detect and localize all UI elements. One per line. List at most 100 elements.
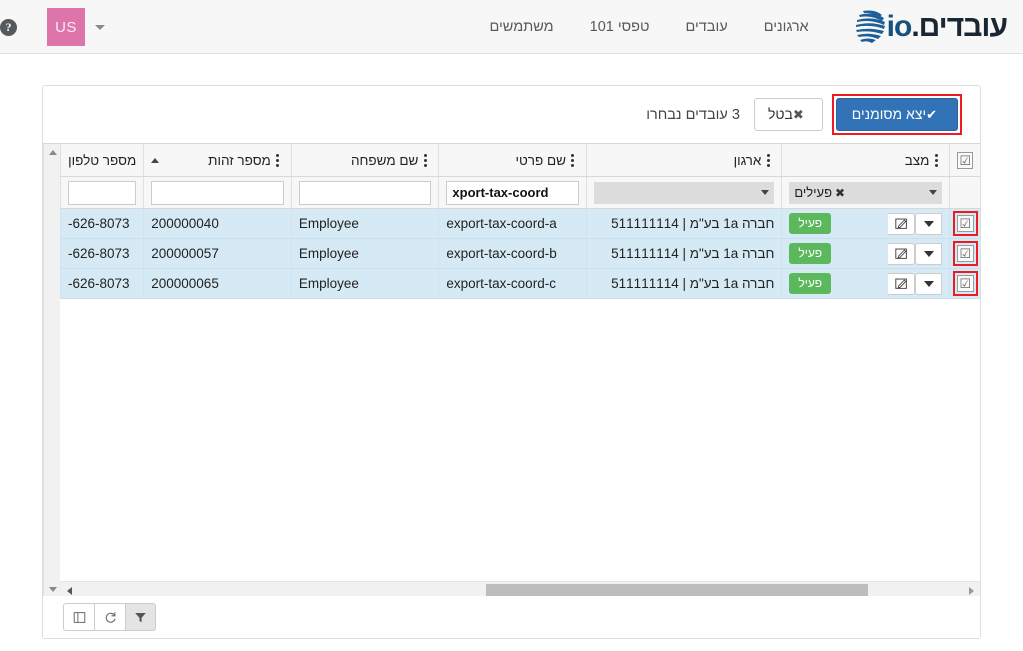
edit-pencil-icon[interactable] xyxy=(888,212,916,235)
header-col-id-number-label: מספר זהות xyxy=(208,152,271,168)
row-organization-cell: חברה 1a בע"מ | 511111114 xyxy=(585,209,781,238)
row-state-cell: פעיל xyxy=(781,209,949,238)
nav-item-forms-101[interactable]: טפסי 101 xyxy=(572,13,668,41)
row-phone-cell: -626-8073 xyxy=(60,209,143,238)
row-last-name-cell: Employee xyxy=(290,269,439,298)
row-checkbox[interactable]: ☑ xyxy=(956,275,974,292)
filter-cell-organization[interactable] xyxy=(585,177,781,208)
header-col-id-number[interactable]: מספר זהות xyxy=(143,144,291,176)
header-col-phone-label: מספר טלפון נ xyxy=(68,152,137,168)
filter-cell-select xyxy=(949,177,980,208)
filter-cell-first-name[interactable] xyxy=(438,177,586,208)
nav-item-organizations[interactable]: ארגונים xyxy=(746,13,827,41)
grid-tool-buttons xyxy=(63,603,156,631)
brand-logo-area[interactable]: עובדים.io xyxy=(841,0,1013,54)
cancel-label: בטל xyxy=(767,106,793,122)
header-col-phone[interactable]: מספר טלפון נ xyxy=(60,144,143,176)
header-col-first-name-label: שם פרטי xyxy=(515,152,566,168)
brand-suffix: io xyxy=(886,9,913,43)
select-all-checkbox[interactable]: ☑ xyxy=(957,151,973,169)
row-id-number-cell: 200000065 xyxy=(143,269,291,298)
navbar-left-cluster: US ? xyxy=(0,0,113,54)
grid-filter-row: ✖ פעילים xyxy=(60,177,980,209)
row-select-cell[interactable]: ☑ xyxy=(949,269,980,298)
help-circle-icon[interactable]: ? xyxy=(0,18,17,36)
filter-button[interactable] xyxy=(125,603,156,631)
column-menu-icon[interactable] xyxy=(419,153,431,167)
last-name-filter-input[interactable] xyxy=(298,180,432,205)
export-selected-button[interactable]: ✔יצא מסומנים xyxy=(835,98,958,131)
nav-item-employees[interactable]: עובדים xyxy=(667,13,745,41)
row-phone-cell: -626-8073 xyxy=(60,239,143,268)
avatar[interactable]: US xyxy=(47,8,85,46)
row-state-cell: פעיל xyxy=(781,239,949,268)
column-menu-icon[interactable] xyxy=(272,153,284,167)
top-navbar: עובדים.io ארגונים עובדים טפסי 101 משתמשי… xyxy=(0,0,1023,54)
state-filter-select[interactable]: ✖ פעילים xyxy=(789,181,943,204)
row-checkbox[interactable]: ☑ xyxy=(956,215,974,232)
row-checkbox-highlight: ☑ xyxy=(952,271,978,296)
header-col-last-name[interactable]: שם משפחה xyxy=(290,144,439,176)
scroll-up-icon[interactable] xyxy=(44,144,61,161)
organization-filter-select[interactable] xyxy=(593,181,775,204)
export-selected-label: יצא מסומנים xyxy=(851,106,927,123)
row-dropdown-button[interactable] xyxy=(915,212,943,235)
vertical-scrollbar[interactable] xyxy=(43,144,60,598)
edit-pencil-icon[interactable] xyxy=(888,272,916,295)
row-id-number-cell: 200000040 xyxy=(143,209,291,238)
selected-count-label: 3 עובדים נבחרו xyxy=(646,106,740,123)
row-organization-cell: חברה 1a בע"מ | 511111114 xyxy=(585,269,781,298)
row-actions xyxy=(888,272,943,295)
grid-header-row: ☑ מצב ארגון שם פרטי שם משפחה מספר זהות מ… xyxy=(60,144,980,177)
row-dropdown-button[interactable] xyxy=(915,242,943,265)
table-row[interactable]: ☑ פעיל חברה 1a בע"מ | 511111114 export-t… xyxy=(60,239,980,269)
header-col-organization-label: ארגון xyxy=(733,152,762,168)
table-row[interactable]: ☑ פעיל חברה 1a בע"מ | 511111114 export-t… xyxy=(60,269,980,299)
row-id-number-cell: 200000057 xyxy=(143,239,291,268)
phone-filter-input[interactable] xyxy=(68,180,137,205)
cancel-selection-button[interactable]: ✖בטל xyxy=(753,98,823,131)
filter-cell-state[interactable]: ✖ פעילים xyxy=(781,177,949,208)
row-checkbox[interactable]: ☑ xyxy=(956,245,974,262)
filter-cell-last-name[interactable] xyxy=(290,177,439,208)
data-grid: ☑ מצב ארגון שם פרטי שם משפחה מספר זהות מ… xyxy=(43,143,980,598)
chevron-down-icon xyxy=(929,190,938,195)
export-selected-highlight: ✔יצא מסומנים xyxy=(831,94,962,135)
clear-filter-icon[interactable]: ✖ xyxy=(835,186,845,200)
header-select-all[interactable]: ☑ xyxy=(949,144,980,176)
column-menu-icon[interactable] xyxy=(762,153,774,167)
header-col-state[interactable]: מצב xyxy=(781,144,949,176)
filter-cell-id-number[interactable] xyxy=(143,177,291,208)
funnel-icon xyxy=(135,612,146,622)
selection-toolbar: ✔יצא מסומנים ✖בטל 3 עובדים נבחרו xyxy=(43,86,980,143)
column-menu-icon[interactable] xyxy=(567,153,579,167)
status-badge: פעיל xyxy=(789,213,832,234)
striped-globe-logo-icon xyxy=(855,10,885,43)
first-name-filter-input[interactable] xyxy=(446,180,579,205)
chevron-down-icon[interactable] xyxy=(95,24,105,30)
row-state-cell: פעיל xyxy=(781,269,949,298)
sort-ascending-icon xyxy=(151,157,160,163)
close-icon: ✖ xyxy=(792,107,804,122)
row-checkbox-highlight: ☑ xyxy=(952,241,978,266)
column-menu-icon[interactable] xyxy=(930,153,942,167)
row-select-cell[interactable]: ☑ xyxy=(949,239,980,268)
id-number-filter-input[interactable] xyxy=(151,180,284,205)
table-row[interactable]: ☑ פעיל חברה 1a בע"מ | 511111114 export-t… xyxy=(60,209,980,239)
row-first-name-cell: export-tax-coord-a xyxy=(438,209,586,238)
row-first-name-cell: export-tax-coord-b xyxy=(438,239,586,268)
filter-cell-phone[interactable] xyxy=(60,177,143,208)
row-dropdown-button[interactable] xyxy=(915,272,943,295)
row-actions xyxy=(888,242,943,265)
header-col-organization[interactable]: ארגון xyxy=(585,144,781,176)
columns-panel-button[interactable] xyxy=(63,603,94,631)
header-col-state-label: מצב xyxy=(904,152,930,168)
status-badge: פעיל xyxy=(789,273,832,294)
row-last-name-cell: Employee xyxy=(290,239,439,268)
nav-item-users[interactable]: משתמשים xyxy=(471,13,571,41)
state-filter-value: ✖ פעילים xyxy=(794,185,846,200)
edit-pencil-icon[interactable] xyxy=(888,242,916,265)
refresh-button[interactable] xyxy=(94,603,125,631)
header-col-first-name[interactable]: שם פרטי xyxy=(438,144,586,176)
row-select-cell[interactable]: ☑ xyxy=(949,209,980,238)
